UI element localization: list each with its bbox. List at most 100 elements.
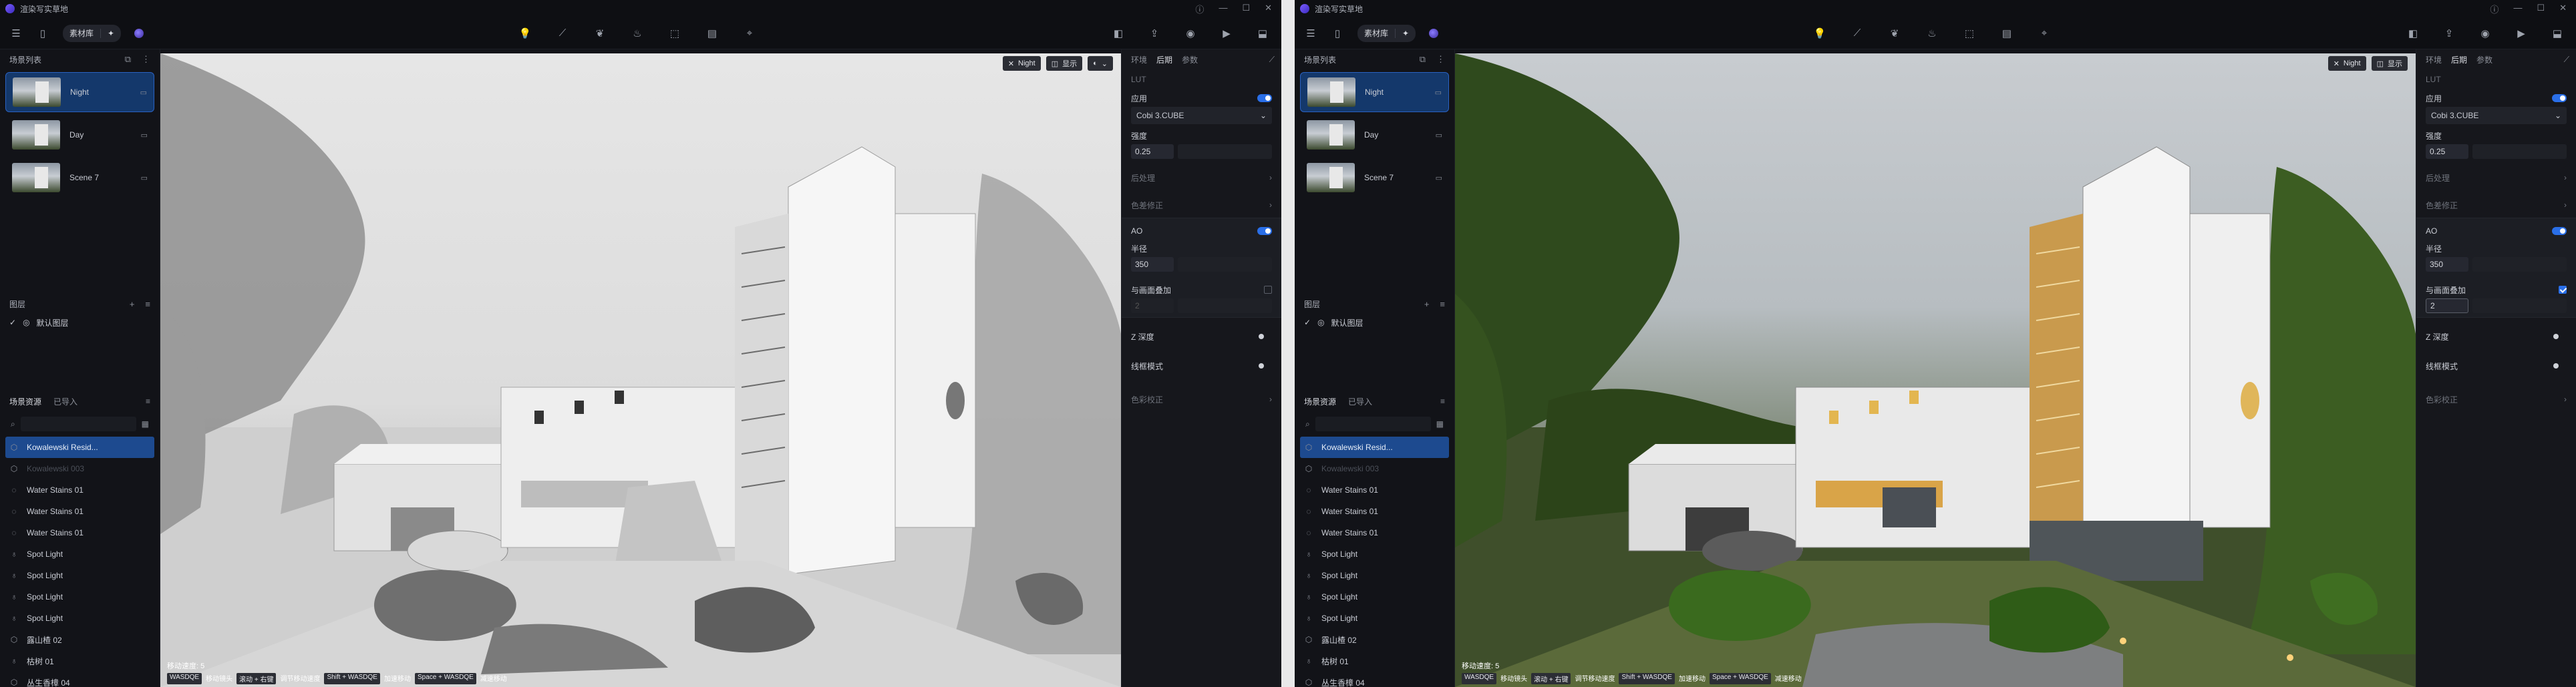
scene-item-day[interactable]: Day ▭ bbox=[5, 115, 154, 155]
camera-icon[interactable]: ▭ bbox=[1436, 131, 1442, 140]
wireframe-toggle[interactable] bbox=[1257, 362, 1272, 370]
render-engine-icon[interactable] bbox=[1429, 28, 1439, 38]
lut-file-select[interactable]: Cobi 3.CUBE ⌄ bbox=[1131, 107, 1272, 124]
save-icon[interactable]: ⬓ bbox=[1256, 27, 1269, 40]
tab-post[interactable]: 后期 bbox=[2451, 54, 2467, 65]
cable-icon[interactable]: ⟋ bbox=[556, 27, 569, 40]
ao-blend-input[interactable]: 2 bbox=[2426, 298, 2468, 313]
ao-radius-slider[interactable] bbox=[1178, 257, 1272, 272]
asset-item[interactable]: ⬡ 丛生香樟 04 bbox=[0, 672, 160, 687]
asset-item[interactable]: ⬡ Kowalewski 003 bbox=[0, 458, 160, 479]
layer-item[interactable]: ✓ ◎ 默认图层 bbox=[1295, 314, 1454, 331]
add-scene-icon[interactable]: ⧉ bbox=[1420, 54, 1426, 65]
z-depth-toggle[interactable] bbox=[1257, 332, 1272, 340]
ao-radius-input[interactable]: 350 bbox=[2426, 257, 2468, 272]
maximize-icon[interactable]: ☐ bbox=[1242, 3, 1250, 15]
more-icon[interactable]: ⋮ bbox=[142, 54, 150, 65]
asset-item[interactable]: ⬡ Kowalewski 003 bbox=[1295, 458, 1454, 479]
ao-toggle[interactable] bbox=[2552, 227, 2567, 235]
help-icon[interactable]: ⓘ bbox=[1195, 3, 1204, 15]
scene-item-night[interactable]: Night ▭ bbox=[5, 72, 154, 112]
tab-environment[interactable]: 环境 bbox=[1131, 54, 1147, 65]
eye-icon[interactable]: ◎ bbox=[1317, 318, 1324, 327]
camera-icon[interactable]: ▭ bbox=[1435, 88, 1442, 97]
ao-blend-slider[interactable] bbox=[1178, 298, 1272, 313]
close-icon[interactable]: ✕ bbox=[1265, 3, 1272, 15]
tab-environment[interactable]: 环境 bbox=[2426, 54, 2442, 65]
camera-icon[interactable]: ◧ bbox=[2406, 27, 2420, 40]
asset-item[interactable]: ♁ Spot Light bbox=[1295, 565, 1454, 586]
asset-item[interactable]: ♁ Spot Light bbox=[0, 543, 160, 565]
grid-icon[interactable]: ▦ bbox=[142, 419, 149, 429]
lut-file-select[interactable]: Cobi 3.CUBE ⌄ bbox=[2426, 107, 2567, 124]
asset-item[interactable]: ⬡ Kowalewski Resid... bbox=[1300, 437, 1449, 458]
camera-icon[interactable]: ◧ bbox=[1112, 27, 1125, 40]
asset-item[interactable]: ◌ Water Stains 01 bbox=[0, 501, 160, 522]
list-icon[interactable]: ≡ bbox=[1440, 299, 1445, 309]
section-ca[interactable]: 色差修正 › bbox=[2426, 196, 2567, 214]
ao-toggle[interactable] bbox=[1257, 227, 1272, 235]
lightbulb-icon[interactable]: 💡 bbox=[518, 27, 532, 40]
asset-item[interactable]: ⬡ 丛生香樟 04 bbox=[1295, 672, 1454, 687]
grid-icon[interactable]: ▦ bbox=[1436, 419, 1444, 429]
file-icon[interactable]: ▯ bbox=[1331, 27, 1344, 40]
scene-item-scene-7[interactable]: Scene 7 ▭ bbox=[5, 158, 154, 198]
asset-item[interactable]: ♁ Spot Light bbox=[1295, 608, 1454, 629]
ao-radius-input[interactable]: 350 bbox=[1131, 257, 1174, 272]
asset-item[interactable]: ♁ Spot Light bbox=[1295, 586, 1454, 608]
save-icon[interactable]: ⬓ bbox=[2551, 27, 2564, 40]
section-ca[interactable]: 色差修正 › bbox=[1131, 196, 1272, 214]
maximize-icon[interactable]: ☐ bbox=[2537, 3, 2545, 15]
asset-item[interactable]: ♁ Spot Light bbox=[0, 586, 160, 608]
lut-strength-input[interactable]: 0.25 bbox=[1131, 144, 1174, 159]
scene-item-night[interactable]: Night ▭ bbox=[1300, 72, 1449, 112]
camera-icon[interactable]: ▭ bbox=[1436, 174, 1442, 182]
pointer-icon[interactable]: ⌖ bbox=[743, 27, 756, 40]
leaf-icon[interactable]: ❦ bbox=[593, 27, 607, 40]
camera-options-button[interactable]: ◐ ⌄ bbox=[1088, 56, 1113, 71]
tab-imported[interactable]: 已导入 bbox=[1348, 396, 1372, 407]
scene-item-scene-7[interactable]: Scene 7 ▭ bbox=[1300, 158, 1449, 198]
add-scene-icon[interactable]: ⧉ bbox=[125, 54, 131, 65]
asset-search-input[interactable] bbox=[1315, 417, 1431, 431]
check-icon[interactable]: ✓ bbox=[9, 318, 16, 327]
lut-strength-slider[interactable] bbox=[1178, 144, 1272, 159]
view-mode-button[interactable]: ✕ Night bbox=[1002, 56, 1041, 71]
list-view-icon[interactable]: ≡ bbox=[146, 397, 150, 406]
mode-switch[interactable]: 素材库 ✦ bbox=[63, 24, 122, 42]
asset-item[interactable]: ♁ Spot Light bbox=[0, 565, 160, 586]
view-mode-button[interactable]: ✕ Night bbox=[2327, 56, 2366, 71]
asset-item[interactable]: ◌ Water Stains 01 bbox=[0, 479, 160, 501]
add-layer-icon[interactable]: + bbox=[1424, 299, 1430, 309]
box-import-icon[interactable]: ⬚ bbox=[1963, 27, 1976, 40]
export-icon[interactable]: ⇪ bbox=[1148, 27, 1161, 40]
photo-icon[interactable]: ◉ bbox=[2478, 27, 2492, 40]
lut-apply-toggle[interactable] bbox=[2552, 94, 2567, 102]
pin-icon[interactable]: ⟋ bbox=[1269, 55, 1275, 65]
display-button[interactable]: ◫ 显示 bbox=[2371, 56, 2408, 71]
cable-icon[interactable]: ⟋ bbox=[1850, 27, 1864, 40]
lut-strength-slider[interactable] bbox=[2472, 144, 2567, 159]
minimize-icon[interactable]: — bbox=[2513, 3, 2522, 15]
video-icon[interactable]: ▶ bbox=[1220, 27, 1233, 40]
asset-item[interactable]: ◌ Water Stains 01 bbox=[0, 522, 160, 543]
section-bloom[interactable]: 后处理 › bbox=[2426, 159, 2567, 196]
tab-post[interactable]: 后期 bbox=[1156, 54, 1172, 65]
tab-imported[interactable]: 已导入 bbox=[53, 396, 77, 407]
asset-item[interactable]: ◌ Water Stains 01 bbox=[1295, 522, 1454, 543]
mode-switch[interactable]: 素材库 ✦ bbox=[1357, 24, 1416, 42]
box-import-icon[interactable]: ⬚ bbox=[668, 27, 681, 40]
more-icon[interactable]: ⋮ bbox=[1436, 54, 1445, 65]
photo-icon[interactable]: ◉ bbox=[1184, 27, 1197, 40]
camera-icon[interactable]: ▭ bbox=[140, 88, 147, 97]
help-icon[interactable]: ⓘ bbox=[2490, 3, 2499, 15]
flame-icon[interactable]: ♨ bbox=[1925, 27, 1939, 40]
menu-icon[interactable]: ☰ bbox=[9, 27, 23, 40]
asset-item[interactable]: ◌ Water Stains 01 bbox=[1295, 501, 1454, 522]
export-icon[interactable]: ⇪ bbox=[2442, 27, 2456, 40]
asset-item[interactable]: ♁ 枯树 01 bbox=[1295, 650, 1454, 672]
lut-apply-toggle[interactable] bbox=[1257, 94, 1272, 102]
viewport-clay[interactable]: ✕ Night ◫ 显示 ◐ ⌄ 移动速度: 5 WASDQE 移动镜头 滚动 + 右键… bbox=[160, 53, 1121, 687]
tab-params[interactable]: 参数 bbox=[1182, 54, 1198, 65]
render-engine-icon[interactable] bbox=[134, 28, 144, 38]
